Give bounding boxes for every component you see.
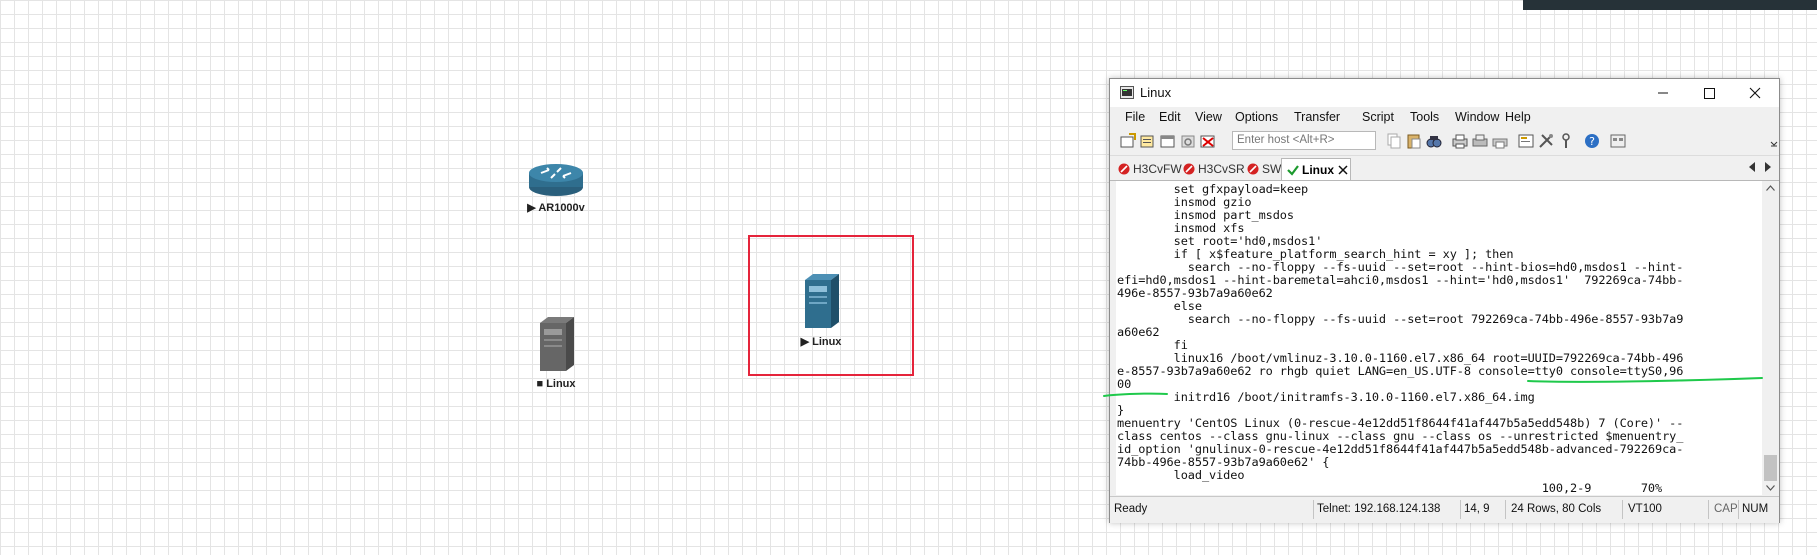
annotation-underline [1103, 392, 1168, 397]
annotation-underline [1527, 377, 1763, 383]
annotation-marks [1103, 377, 1763, 397]
